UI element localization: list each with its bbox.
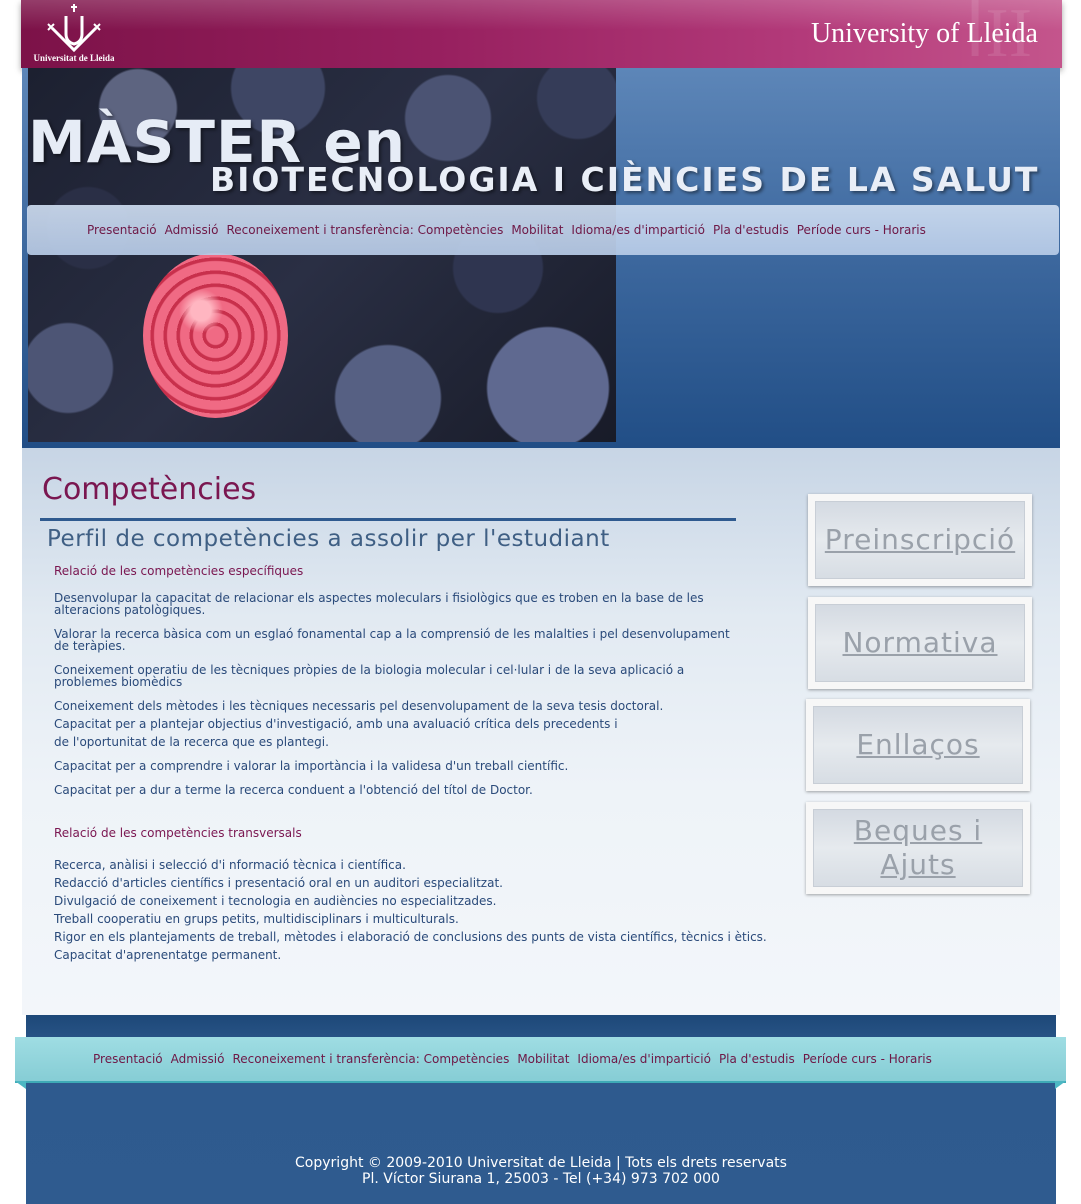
list-item: Coneixement dels mètodes i les tècniques… — [54, 699, 664, 713]
footer-nav-item-presentacio[interactable]: Presentació — [93, 1052, 163, 1066]
specific-competences-heading: Relació de les competències específiques — [54, 564, 304, 578]
enllacos-button[interactable]: Enllaços — [806, 699, 1030, 791]
list-item: Divulgació de coneixement i tecnologia e… — [54, 894, 497, 908]
page-subtitle: Perfil de competències a assolir per l'e… — [47, 526, 610, 552]
address-text: Pl. Víctor Siurana 1, 25003 - Tel (+34) … — [362, 1171, 720, 1187]
beques-ajuts-button[interactable]: Beques i Ajuts — [806, 802, 1030, 894]
university-name[interactable]: University of Lleida — [811, 18, 1038, 50]
nav-item-periode-curs[interactable]: Període curs - Horaris — [797, 223, 926, 237]
raspberry-graphic — [143, 253, 288, 418]
nav-item-idioma[interactable]: Idioma/es d'impartició — [571, 223, 705, 237]
footer-navigation: Presentació Admissió Reconeixement i tra… — [15, 1037, 1066, 1083]
button-face: Normativa — [815, 604, 1025, 682]
list-item: Valorar la recerca bàsica com un esglaó … — [54, 627, 730, 653]
header-banner: MÀSTER en BIOTECNOLOGIA I CIÈNCIES DE LA… — [22, 68, 1060, 451]
list-item: de l'oportunitat de la recerca que es pl… — [54, 735, 329, 749]
ribbon-fold-left — [15, 1081, 26, 1089]
page-title: Competències — [42, 472, 257, 507]
preinscripcio-button[interactable]: Preinscripció — [808, 494, 1032, 586]
list-item: Redacció d'articles científics i present… — [54, 876, 503, 890]
footer-nav-item-pla-estudis[interactable]: Pla d'estudis — [719, 1052, 795, 1066]
main-content: Competències Perfil de competències a as… — [22, 448, 1060, 1015]
button-face: Beques i Ajuts — [813, 809, 1023, 887]
beques-ajuts-label: Beques i Ajuts — [853, 814, 983, 881]
button-face: Preinscripció — [815, 501, 1025, 579]
list-item: Capacitat per a dur a terme la recerca c… — [54, 783, 533, 797]
list-item: Rigor en els plantejaments de treball, m… — [54, 930, 767, 944]
list-item: Desenvolupar la capacitat de relacionar … — [54, 591, 704, 617]
list-item: Capacitat per a plantejar objectius d'in… — [54, 717, 618, 731]
university-logo[interactable]: Universitat de Lleida — [29, 2, 119, 64]
footer-nav-item-mobilitat[interactable]: Mobilitat — [517, 1052, 569, 1066]
nav-item-presentacio[interactable]: Presentació — [87, 223, 157, 237]
program-title: BIOTECNOLOGIA I CIÈNCIES DE LA SALUT — [210, 160, 1040, 199]
list-item: Capacitat d'aprenentatge permanent. — [54, 948, 282, 962]
top-navigation: Presentació Admissió Reconeixement i tra… — [27, 205, 1059, 255]
list-item: Coneixement operatiu de les tècniques pr… — [54, 663, 685, 689]
normativa-label: Normativa — [842, 626, 998, 659]
list-item: Capacitat per a comprendre i valorar la … — [54, 759, 569, 773]
transversal-competences-heading: Relació de les competències transversals — [54, 826, 302, 840]
footer-nav-item-admissio[interactable]: Admissió — [171, 1052, 225, 1066]
university-topbar: ꟾII Universitat de Lleida University of … — [21, 0, 1062, 69]
copyright-text: Copyright © 2009-2010 Universitat de Lle… — [295, 1155, 787, 1171]
list-item: Treball cooperatiu en grups petits, mult… — [54, 912, 459, 926]
university-emblem-icon — [47, 4, 101, 52]
preinscripcio-label: Preinscripció — [824, 523, 1016, 556]
footer-nav-item-idioma[interactable]: Idioma/es d'impartició — [577, 1052, 711, 1066]
normativa-button[interactable]: Normativa — [808, 597, 1032, 689]
ribbon-fold-right — [1055, 1081, 1066, 1089]
nav-item-competencies[interactable]: Reconeixement i transferència: Competènc… — [226, 223, 503, 237]
logo-caption: Universitat de Lleida — [33, 53, 115, 63]
footer-nav-item-competencies[interactable]: Reconeixement i transferència: Competènc… — [232, 1052, 509, 1066]
nav-item-admissio[interactable]: Admissió — [165, 223, 219, 237]
footer-nav-item-periode-curs[interactable]: Període curs - Horaris — [803, 1052, 932, 1066]
nav-item-pla-estudis[interactable]: Pla d'estudis — [713, 223, 789, 237]
nav-item-mobilitat[interactable]: Mobilitat — [511, 223, 563, 237]
enllacos-label: Enllaços — [856, 728, 980, 761]
list-item: Recerca, anàlisi i selecció d'i nformaci… — [54, 858, 406, 872]
button-face: Enllaços — [813, 706, 1023, 784]
title-divider — [40, 518, 736, 521]
